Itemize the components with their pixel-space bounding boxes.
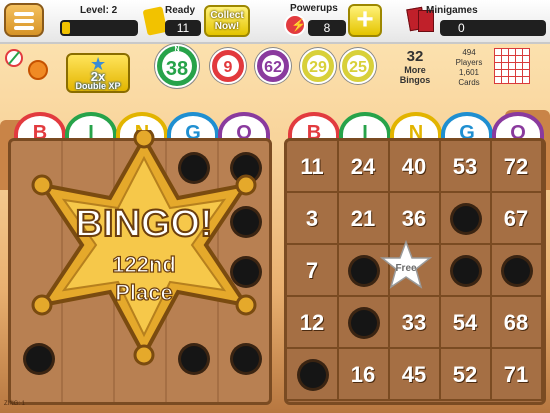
- daub-hole: [300, 362, 326, 388]
- ready-label: Ready: [165, 5, 196, 16]
- card-cell[interactable]: 36: [389, 193, 441, 245]
- called-ball-number: 25: [349, 59, 367, 76]
- card-cell[interactable]: 52: [440, 349, 492, 401]
- card-cell[interactable]: 21: [338, 193, 390, 245]
- add-powerups-button[interactable]: +: [348, 4, 382, 37]
- card-cell[interactable]: 11: [287, 141, 339, 193]
- ticket-icon: [142, 6, 168, 36]
- called-ball-number: 29: [309, 59, 327, 76]
- card-cell[interactable]: 12: [287, 297, 339, 349]
- card-cell[interactable]: 71: [491, 349, 543, 401]
- card-cell[interactable]: [491, 245, 543, 297]
- card-cell[interactable]: 68: [491, 297, 543, 349]
- players-stats: 494 Players 1,601 Cards: [446, 48, 492, 88]
- card-cell[interactable]: [440, 245, 492, 297]
- called-ball-letter: N: [174, 46, 180, 53]
- daub-hole: [504, 258, 530, 284]
- called-ball: 29: [300, 48, 336, 84]
- daub-hole: [351, 258, 377, 284]
- players-count: 494: [462, 48, 476, 57]
- called-ball: 25: [340, 48, 376, 84]
- powerups-count: 8: [308, 20, 346, 36]
- called-ball-number: 62: [264, 59, 282, 76]
- latest-called-ball: N 38: [155, 44, 199, 88]
- xp-label: Double XP: [75, 81, 121, 91]
- collect-now-button[interactable]: Collect Now!: [204, 5, 250, 37]
- card-cell[interactable]: 53: [440, 141, 492, 193]
- minigames-label: Minigames: [426, 5, 478, 16]
- called-ball-number: 9: [223, 59, 233, 76]
- called-ball: 9: [210, 48, 246, 84]
- ready-count: 11: [165, 20, 201, 36]
- menu-button[interactable]: [4, 3, 44, 37]
- bingo-sheriff-badge: BINGO! 122nd Place: [31, 130, 257, 366]
- cards-count: 1,601: [458, 68, 480, 77]
- card-cell[interactable]: 33: [389, 297, 441, 349]
- card-cell[interactable]: [287, 349, 339, 401]
- powerups-label: Powerups: [290, 3, 338, 14]
- more-bingos-count: 32: [406, 48, 424, 65]
- card-cell[interactable]: 3: [287, 193, 339, 245]
- bingo-place: 122nd: [112, 252, 176, 277]
- card-cell[interactable]: 45: [389, 349, 441, 401]
- called-ball: 62: [255, 48, 291, 84]
- bingo-title: BINGO!: [75, 203, 212, 245]
- card-cell[interactable]: 72: [491, 141, 543, 193]
- double-xp-badge: ★ 2x Double XP: [66, 53, 130, 93]
- more-bingos-label: More Bingos: [399, 65, 431, 85]
- more-bingos: 32 More Bingos: [390, 48, 440, 85]
- daub-hole: [351, 310, 377, 336]
- powerup-lightning-icon: ⚡: [284, 14, 306, 36]
- players-label: Players: [455, 58, 483, 67]
- minigames-count: 0: [440, 20, 546, 36]
- card-cell[interactable]: [440, 193, 492, 245]
- daub-settings-icon[interactable]: [28, 60, 48, 80]
- card-cell[interactable]: 40: [389, 141, 441, 193]
- card-cell[interactable]: 7: [287, 245, 339, 297]
- top-bar: Level: 2 Ready 11 Collect Now! ⚡ Powerup…: [0, 0, 550, 44]
- called-ball-number: 38: [165, 58, 189, 80]
- footer-tag: ZING: 1: [4, 401, 26, 407]
- card-cell[interactable]: 67: [491, 193, 543, 245]
- level-label: Level: 2: [80, 5, 118, 16]
- card-pattern-icon[interactable]: [494, 48, 530, 84]
- no-sound-icon[interactable]: [5, 49, 23, 67]
- card-cell[interactable]: 16: [338, 349, 390, 401]
- card-cell[interactable]: [338, 297, 390, 349]
- card-cell[interactable]: 24: [338, 141, 390, 193]
- bingo-place-label: Place: [115, 280, 173, 305]
- level-progress-bar: [60, 20, 138, 36]
- card-cell[interactable]: 54: [440, 297, 492, 349]
- daub-hole: [453, 258, 479, 284]
- free-label: Free: [395, 263, 417, 274]
- daub-hole: [453, 206, 479, 232]
- free-space-star: Free: [380, 240, 432, 289]
- cards-label: Cards: [458, 78, 480, 87]
